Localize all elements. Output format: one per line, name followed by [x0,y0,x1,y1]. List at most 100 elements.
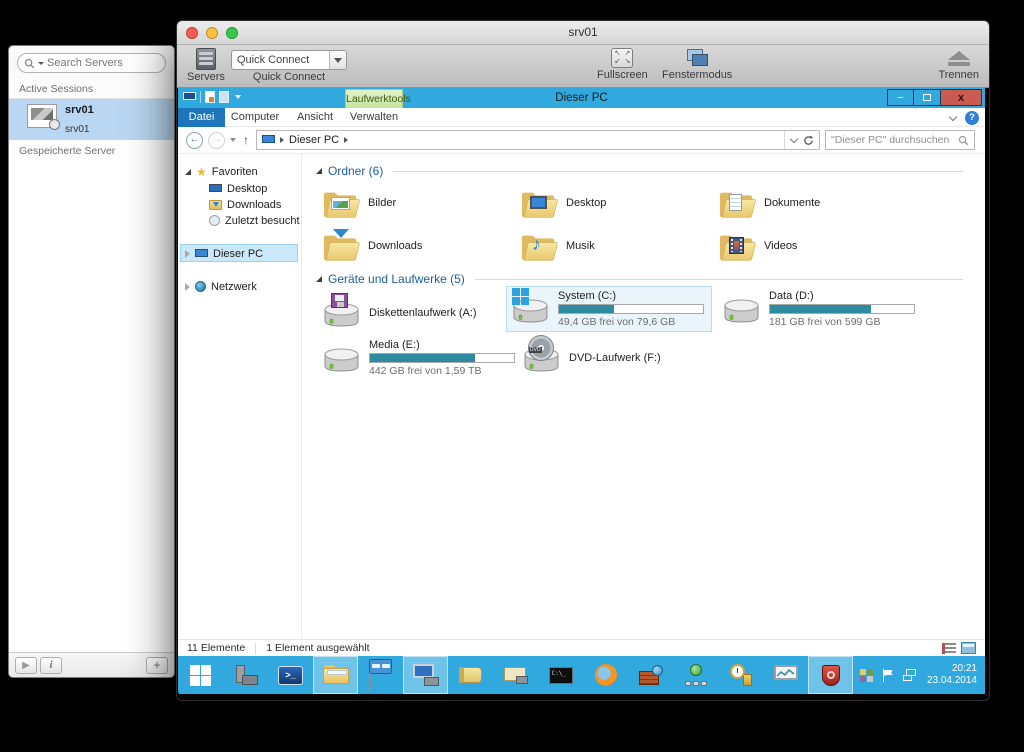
taskbar-scroll-tools[interactable] [493,656,538,694]
favorites-star-icon: ★ [196,164,207,179]
group-collapse-icon[interactable] [316,276,322,282]
folder-tile-desktop[interactable]: Desktop [518,182,710,224]
tree-collapsed-icon[interactable] [185,282,190,291]
sidebar-footer-toolbar: ▶ i + [9,652,174,677]
refresh-icon[interactable] [803,134,814,146]
nav-network[interactable]: Netzwerk [185,278,257,295]
nav-this-pc[interactable]: Dieser PC [185,245,263,262]
taskbar-display-settings[interactable] [358,656,403,694]
drives-group-header[interactable]: Geräte und Laufwerke (5) [316,272,963,286]
explorer-search-input[interactable] [831,134,958,146]
drive-tile-media-e[interactable]: Media (E:) 442 GB frei von 1,59 TB [318,335,518,381]
folder-tile-documents[interactable]: Dokumente [716,182,908,224]
taskbar-command-prompt[interactable]: C:\_ [538,656,583,694]
taskbar-file-explorer[interactable] [313,656,358,694]
details-view-button[interactable] [942,642,956,654]
explorer-search-field[interactable] [825,130,975,150]
taskbar-firewall[interactable] [628,656,673,694]
nav-recent-places[interactable]: Zuletzt besucht [209,212,300,229]
drive-tile-floppy-a[interactable]: Diskettenlaufwerk (A:) [318,290,518,336]
close-window-button[interactable] [186,27,198,39]
tab-manage[interactable]: Verwalten [345,108,403,127]
nav-downloads[interactable]: Downloads [209,196,281,213]
tray-app-badge-icon[interactable] [859,668,873,682]
taskbar-firefox[interactable] [583,656,628,694]
quick-connect-dropdown-button[interactable] [329,51,346,69]
saved-servers-header: Gespeicherte Server [19,145,116,157]
maximize-button[interactable] [914,89,941,106]
mac-titlebar[interactable]: srv01 [177,21,989,45]
minimize-window-button[interactable] [206,27,218,39]
up-button[interactable]: ↑ [241,133,251,147]
network-globe-icon [195,281,206,292]
drive-tile-dvd-f[interactable]: DVD DVD-Laufwerk (F:) [518,335,718,381]
folder-tile-videos[interactable]: Videos [716,225,908,267]
forward-button[interactable]: ← [208,131,225,149]
back-button[interactable]: ← [186,131,203,149]
breadcrumb-this-pc[interactable]: Dieser PC [289,134,339,146]
servers-button[interactable]: Servers [187,48,225,83]
system-drive-icon [511,288,551,326]
downloads-folder-icon [209,199,222,210]
folder-tile-music[interactable]: ♪ Musik [518,225,710,267]
downloads-folder-icon [322,228,360,263]
action-center-flag-icon[interactable] [882,668,894,682]
search-servers-field[interactable] [17,53,166,73]
add-server-button[interactable]: + [146,656,168,674]
help-button[interactable]: ? [965,111,979,125]
status-bar: 11 Elemente 1 Element ausgewählt [178,639,985,656]
breadcrumb-bar[interactable]: Dieser PC [256,130,820,150]
contextual-tab-drive-tools[interactable]: Laufwerktools [345,89,411,108]
status-item-count: 11 Elemente [187,642,246,654]
tree-collapsed-icon[interactable] [185,249,190,258]
address-dropdown-chevron-icon[interactable] [789,134,799,144]
search-servers-input[interactable] [47,57,159,69]
folders-group-header[interactable]: Ordner (6) [316,164,963,178]
nav-favorites[interactable]: ★ Favoriten [185,163,258,180]
recent-locations-chevron-icon[interactable] [230,138,236,142]
tree-expanded-icon[interactable] [185,168,191,175]
tab-view[interactable]: Ansicht [285,108,345,127]
drive-tile-system-c[interactable]: System (C:) 49,4 GB frei von 79,6 GB [506,286,712,332]
taskbar-powershell[interactable]: >_ [268,656,313,694]
clock-time: 20:21 [951,663,977,674]
tab-computer[interactable]: Computer [225,108,285,127]
windows-logo-icon [190,664,211,686]
fullscreen-button[interactable]: ↖ ↗ ↙ ↘ Fullscreen [597,48,648,81]
window-mode-button[interactable]: Fenstermodus [662,48,732,81]
chevron-down-icon [334,57,342,63]
large-icons-view-button[interactable] [961,642,976,654]
quick-connect-combobox[interactable]: Quick Connect [231,50,347,70]
navigation-pane: ★ Favoriten Desktop Downloads Zuletzt be… [178,154,302,639]
taskbar-server-manager[interactable] [223,656,268,694]
network-status-icon[interactable] [902,669,918,681]
group-collapse-icon[interactable] [316,168,322,174]
fullscreen-icon: ↖ ↗ ↙ ↘ [611,48,634,68]
folder-tile-downloads[interactable]: Downloads [320,225,512,267]
zoom-window-button[interactable] [226,27,238,39]
nav-desktop[interactable]: Desktop [209,180,267,197]
minimize-button[interactable]: – [887,89,914,106]
taskbar-time-service[interactable] [718,656,763,694]
taskbar-computer-management[interactable] [403,656,448,694]
folder-tile-pictures[interactable]: Bilder [320,182,512,224]
taskbar-help-book[interactable] [448,656,493,694]
info-button[interactable]: i [40,656,62,674]
expand-ribbon-chevron-icon[interactable] [948,112,958,121]
session-item-srv01[interactable]: srv01 srv01 [9,99,174,140]
connect-play-button[interactable]: ▶ [15,656,37,674]
disconnect-button[interactable]: Trennen [938,48,979,81]
tab-file[interactable]: Datei [178,108,225,127]
desktop-icon [209,183,222,194]
this-pc-icon [195,248,208,259]
taskbar-security-shield[interactable] [808,656,853,694]
capacity-bar [369,353,515,363]
start-button[interactable] [178,656,223,694]
drive-tile-data-d[interactable]: Data (D:) 181 GB frei von 599 GB [718,286,918,332]
taskbar-clock[interactable]: 20:21 23.04.2014 [927,663,977,687]
explorer-titlebar[interactable]: Dieser PC Laufwerktools – x [178,88,985,108]
taskbar-performance-monitor[interactable] [763,656,808,694]
taskbar-network-tree[interactable] [673,656,718,694]
close-button[interactable]: x [941,89,982,106]
session-name: srv01 [65,104,94,116]
